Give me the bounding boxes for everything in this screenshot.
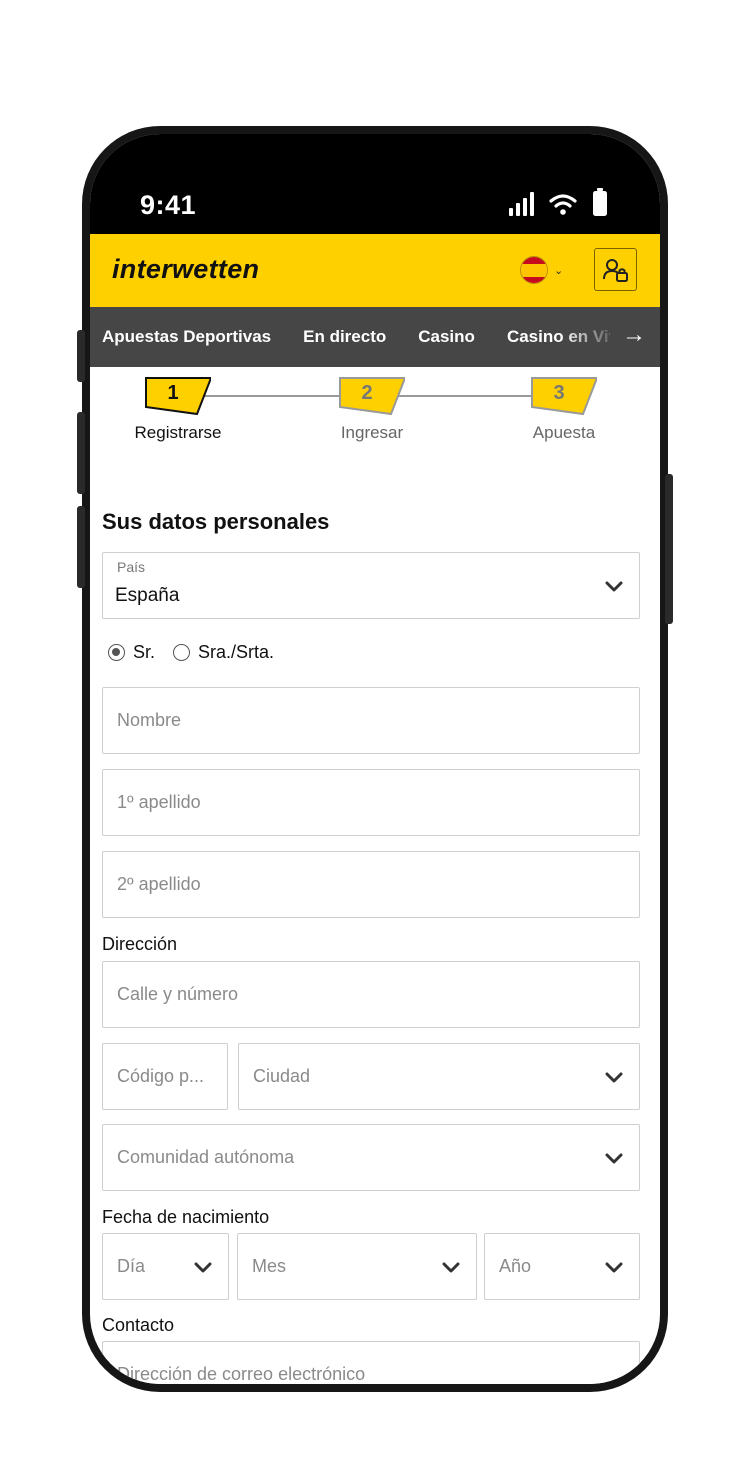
chevron-down-icon [442, 1262, 460, 1273]
postal-code-input[interactable] [117, 1044, 217, 1109]
chevron-down-icon [605, 1262, 623, 1273]
birth-day-select[interactable]: Día [102, 1233, 229, 1300]
phone-volume-up-button [77, 412, 85, 494]
last-name-1-input[interactable] [117, 770, 573, 835]
contact-label: Contacto [102, 1315, 175, 1335]
first-name-field[interactable] [102, 687, 640, 754]
birthdate-label: Fecha de nacimiento [102, 1207, 270, 1227]
salutation-radio-group: Sr. Sra./Srta. [108, 642, 274, 663]
step-2-number: 2 [361, 381, 373, 404]
personal-data-heading: Sus datos personales [102, 509, 330, 534]
first-name-input[interactable] [117, 688, 573, 753]
chevron-down-icon [605, 581, 623, 592]
chevron-down-icon: ⌄ [554, 264, 564, 277]
phone-mute-button [77, 330, 85, 382]
birth-month-placeholder: Mes [252, 1256, 287, 1276]
email-input[interactable] [117, 1342, 573, 1384]
site-header: interwetten ⌄ [90, 234, 660, 307]
street-field[interactable] [102, 961, 640, 1028]
salutation-radio-sr[interactable] [108, 644, 125, 661]
step-2-badge: 2 [339, 377, 405, 416]
spain-flag-icon [520, 256, 548, 284]
registration-stepper: 1 Registrarse 2 Ingresar 3 Apuesta [90, 367, 660, 467]
step-1-badge: 1 [145, 377, 211, 416]
country-select[interactable]: País España [102, 552, 640, 619]
wifi-icon [549, 194, 577, 215]
step-2-label: Ingresar [340, 423, 404, 442]
step-1-number: 1 [167, 381, 179, 404]
last-name-2-field[interactable] [102, 851, 640, 918]
salutation-radio-sra[interactable] [173, 644, 191, 661]
chevron-down-icon [605, 1072, 623, 1083]
step-3-badge: 3 [531, 377, 597, 416]
account-login-button[interactable] [594, 248, 637, 291]
status-icons [509, 186, 608, 216]
chevron-down-icon [605, 1153, 623, 1164]
city-select[interactable]: Ciudad [238, 1043, 640, 1110]
cellular-signal-icon [509, 192, 534, 216]
step-1: 1 Registrarse [118, 377, 238, 443]
chevron-down-icon [194, 1262, 212, 1273]
step-3-label: Apuesta [532, 423, 596, 442]
region-select[interactable]: Comunidad autónoma [102, 1124, 640, 1191]
nav-scroll-right-arrow-icon[interactable]: → [622, 321, 646, 349]
status-bar: 9:41 [90, 134, 660, 234]
sports-nav: Apuestas Deportivas En directo Casino Ca… [90, 307, 660, 367]
birth-day-placeholder: Día [117, 1256, 146, 1276]
phone-volume-down-button [77, 506, 85, 588]
birth-month-select[interactable]: Mes [237, 1233, 477, 1300]
salutation-label-sra: Sra./Srta. [198, 642, 275, 662]
step-3: 3 Apuesta [504, 377, 624, 443]
region-placeholder: Comunidad autónoma [117, 1147, 295, 1167]
nav-item-casino[interactable]: Casino [418, 327, 475, 347]
language-selector[interactable]: ⌄ [520, 256, 563, 284]
phone-power-button [665, 474, 673, 624]
country-label: País [117, 559, 146, 575]
salutation-label-sr: Sr. [133, 642, 156, 662]
nav-fade [560, 307, 620, 367]
email-field[interactable] [102, 1341, 640, 1384]
postal-code-field[interactable] [102, 1043, 228, 1110]
step-1-label: Registrarse [134, 423, 222, 442]
address-label: Dirección [102, 934, 178, 954]
battery-icon [593, 188, 607, 216]
step-2: 2 Ingresar [312, 377, 432, 443]
status-time: 9:41 [140, 190, 197, 220]
birth-year-placeholder: Año [499, 1256, 532, 1276]
nav-item-live[interactable]: En directo [303, 327, 386, 347]
interwetten-logo[interactable]: interwetten [112, 254, 259, 285]
user-lock-icon [602, 258, 628, 282]
birth-year-select[interactable]: Año [484, 1233, 640, 1300]
step-3-number: 3 [553, 381, 565, 404]
street-input[interactable] [117, 962, 573, 1027]
last-name-2-input[interactable] [117, 852, 573, 917]
country-value: España [115, 585, 180, 606]
phone-screen: 9:41 interwetten ⌄ Apuestas Deportivas E… [90, 134, 660, 1384]
last-name-1-field[interactable] [102, 769, 640, 836]
nav-item-sports-betting[interactable]: Apuestas Deportivas [102, 327, 271, 347]
city-placeholder: Ciudad [253, 1066, 311, 1086]
